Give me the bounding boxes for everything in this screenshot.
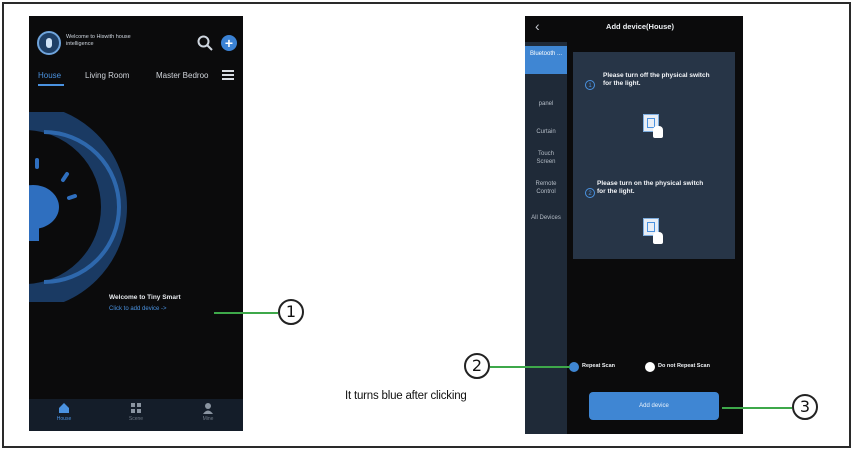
callout-line-1: [214, 312, 278, 314]
category-all-devices[interactable]: All Devices: [525, 214, 567, 222]
add-icon[interactable]: +: [221, 35, 237, 51]
user-icon: [203, 403, 213, 414]
step-text: Please turn off the physical switch for …: [603, 72, 710, 87]
add-device-link[interactable]: Click to add device ->: [109, 306, 167, 312]
nav-scene-label: Scene: [128, 416, 144, 422]
tab-house[interactable]: House: [38, 71, 61, 80]
category-sidebar: Bluetooth ... panel Curtain Touch Screen…: [525, 42, 567, 434]
no-repeat-scan-radio[interactable]: [645, 362, 655, 372]
category-curtain[interactable]: Curtain: [525, 128, 567, 136]
search-icon[interactable]: [196, 34, 214, 52]
category-panel[interactable]: panel: [525, 100, 567, 108]
welcome-title: Welcome to Tiny Smart: [109, 294, 181, 301]
scan-options: Repeat Scan Do not Repeat Scan: [565, 360, 743, 376]
menu-icon[interactable]: [222, 70, 234, 80]
home-icon: [59, 403, 69, 413]
step-number: 2: [585, 188, 595, 198]
nav-house-label: House: [56, 416, 72, 422]
grid-icon: [131, 403, 141, 413]
bulb-icon: [29, 158, 77, 241]
home-header: Welcome to Hiswith house intelligence +: [29, 16, 243, 76]
hand-icon: [653, 126, 663, 138]
step-text: Please turn on the physical switch for t…: [597, 180, 704, 195]
instruction-panel: 1 Please turn off the physical switch fo…: [573, 52, 735, 259]
bottom-nav: House Scene Mine: [29, 399, 243, 431]
category-remote-control[interactable]: Remote Control: [525, 180, 567, 196]
category-bluetooth[interactable]: Bluetooth ...: [525, 46, 567, 74]
callout-line-3: [722, 407, 792, 409]
nav-mine-label: Mine: [202, 416, 214, 422]
nav-scene[interactable]: Scene: [111, 402, 161, 422]
page-title: Add device(House): [606, 22, 674, 31]
category-touch-screen[interactable]: Touch Screen: [525, 150, 567, 166]
repeat-scan-label: Repeat Scan: [582, 363, 616, 369]
home-screen: Welcome to Hiswith house intelligence + …: [29, 16, 243, 431]
room-tabs: House Living Room Master Bedroo: [29, 68, 243, 90]
no-repeat-scan-label: Do not Repeat Scan: [658, 363, 710, 369]
tab-master-bedroom[interactable]: Master Bedroo: [156, 71, 208, 80]
add-device-button[interactable]: Add device: [589, 392, 719, 420]
back-chevron-icon[interactable]: ‹: [535, 18, 540, 34]
callout-1: 1: [278, 299, 304, 325]
nav-mine[interactable]: Mine: [183, 402, 233, 422]
caption: It turns blue after clicking: [345, 390, 467, 402]
hand-icon: [653, 232, 663, 244]
callout-3: 3: [792, 394, 818, 420]
callout-2: 2: [464, 353, 490, 379]
light-dial: [29, 112, 127, 302]
callout-line-2: [490, 366, 570, 368]
repeat-scan-radio[interactable]: [569, 362, 579, 372]
avatar[interactable]: [37, 31, 61, 55]
step-number: 1: [585, 80, 595, 90]
welcome-text: Welcome to Hiswith house intelligence: [66, 34, 131, 47]
nav-house[interactable]: House: [39, 402, 89, 422]
active-tab-indicator: [38, 84, 64, 86]
tab-living-room[interactable]: Living Room: [85, 71, 129, 80]
add-device-screen: ‹ Add device(House) Bluetooth ... panel …: [525, 16, 743, 434]
